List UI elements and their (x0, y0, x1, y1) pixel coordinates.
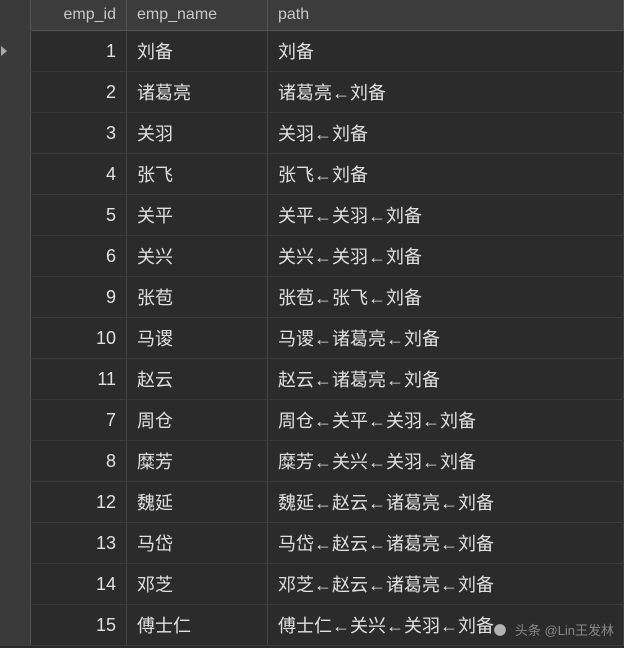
cell-path[interactable]: 关平←关羽←刘备 (268, 195, 624, 236)
cell-path[interactable]: 张苞←张飞←刘备 (268, 277, 624, 318)
cell-emp-id[interactable]: 15 (31, 605, 127, 646)
table-row[interactable]: 1刘备刘备 (0, 31, 624, 72)
source-icon (493, 623, 507, 640)
cell-path[interactable]: 张飞←刘备 (268, 154, 624, 195)
cell-emp-id[interactable]: 1 (31, 31, 127, 72)
cell-emp-id[interactable]: 3 (31, 113, 127, 154)
cell-path[interactable]: 马谡←诸葛亮←刘备 (268, 318, 624, 359)
cell-path[interactable]: 关兴←关羽←刘备 (268, 236, 624, 277)
row-gutter (0, 195, 31, 236)
cell-emp-id[interactable]: 13 (31, 523, 127, 564)
cell-emp-id[interactable]: 12 (31, 482, 127, 523)
cell-emp-id[interactable]: 14 (31, 564, 127, 605)
row-gutter (0, 482, 31, 523)
row-gutter (0, 113, 31, 154)
cell-emp-id[interactable]: 10 (31, 318, 127, 359)
table-row[interactable]: 7周仓周仓←关平←关羽←刘备 (0, 400, 624, 441)
cell-emp-name[interactable]: 邓芝 (127, 564, 268, 605)
cell-emp-name[interactable]: 魏延 (127, 482, 268, 523)
cell-emp-id[interactable]: 6 (31, 236, 127, 277)
table-row[interactable]: 11赵云赵云←诸葛亮←刘备 (0, 359, 624, 400)
cell-path[interactable]: 糜芳←关兴←关羽←刘备 (268, 441, 624, 482)
table-row[interactable]: 12魏延魏延←赵云←诸葛亮←刘备 (0, 482, 624, 523)
cell-emp-name[interactable]: 周仓 (127, 400, 268, 441)
cell-path[interactable]: 赵云←诸葛亮←刘备 (268, 359, 624, 400)
column-header-emp-id[interactable]: emp_id (31, 0, 127, 31)
cell-emp-id[interactable]: 9 (31, 277, 127, 318)
table-row[interactable]: 8糜芳糜芳←关兴←关羽←刘备 (0, 441, 624, 482)
row-gutter (0, 72, 31, 113)
row-gutter (0, 277, 31, 318)
cell-emp-id[interactable]: 8 (31, 441, 127, 482)
cell-emp-name[interactable]: 诸葛亮 (127, 72, 268, 113)
table-row[interactable]: 14邓芝邓芝←赵云←诸葛亮←刘备 (0, 564, 624, 605)
table-row[interactable]: 2诸葛亮诸葛亮←刘备 (0, 72, 624, 113)
watermark-text: 头条 @Lin王发林 (515, 623, 614, 638)
cell-emp-name[interactable]: 马岱 (127, 523, 268, 564)
cell-path[interactable]: 邓芝←赵云←诸葛亮←刘备 (268, 564, 624, 605)
row-gutter (0, 400, 31, 441)
row-gutter (0, 564, 31, 605)
cell-emp-id[interactable]: 4 (31, 154, 127, 195)
row-gutter (0, 31, 31, 72)
cell-emp-id[interactable]: 5 (31, 195, 127, 236)
row-gutter (0, 523, 31, 564)
table-row[interactable]: 13马岱马岱←赵云←诸葛亮←刘备 (0, 523, 624, 564)
cell-emp-id[interactable]: 2 (31, 72, 127, 113)
table-row[interactable]: 9张苞张苞←张飞←刘备 (0, 277, 624, 318)
table-row[interactable]: 4张飞张飞←刘备 (0, 154, 624, 195)
row-gutter (0, 236, 31, 277)
cell-emp-name[interactable]: 关兴 (127, 236, 268, 277)
row-gutter (0, 441, 31, 482)
cell-path[interactable]: 关羽←刘备 (268, 113, 624, 154)
cell-emp-name[interactable]: 赵云 (127, 359, 268, 400)
cell-emp-name[interactable]: 关羽 (127, 113, 268, 154)
cell-path[interactable]: 周仓←关平←关羽←刘备 (268, 400, 624, 441)
table-row[interactable]: 5关平关平←关羽←刘备 (0, 195, 624, 236)
data-grid: emp_id emp_name path 1刘备刘备2诸葛亮诸葛亮←刘备3关羽关… (0, 0, 624, 646)
cell-emp-name[interactable]: 刘备 (127, 31, 268, 72)
results-table: emp_id emp_name path 1刘备刘备2诸葛亮诸葛亮←刘备3关羽关… (0, 0, 624, 646)
cell-path[interactable]: 诸葛亮←刘备 (268, 72, 624, 113)
column-header-path[interactable]: path (268, 0, 624, 31)
watermark: 头条 @Lin王发林 (493, 620, 614, 640)
cell-emp-name[interactable]: 傅士仁 (127, 605, 268, 646)
row-gutter (0, 318, 31, 359)
table-row[interactable]: 3关羽关羽←刘备 (0, 113, 624, 154)
cell-emp-name[interactable]: 张飞 (127, 154, 268, 195)
cell-emp-id[interactable]: 11 (31, 359, 127, 400)
table-row[interactable]: 6关兴关兴←关羽←刘备 (0, 236, 624, 277)
cell-emp-name[interactable]: 关平 (127, 195, 268, 236)
cell-emp-name[interactable]: 马谡 (127, 318, 268, 359)
row-gutter (0, 154, 31, 195)
gutter-header (0, 0, 31, 31)
cell-emp-name[interactable]: 张苞 (127, 277, 268, 318)
row-gutter (0, 359, 31, 400)
row-gutter (0, 605, 31, 646)
column-header-emp-name[interactable]: emp_name (127, 0, 268, 31)
cell-emp-id[interactable]: 7 (31, 400, 127, 441)
cell-path[interactable]: 刘备 (268, 31, 624, 72)
cell-emp-name[interactable]: 糜芳 (127, 441, 268, 482)
cell-path[interactable]: 马岱←赵云←诸葛亮←刘备 (268, 523, 624, 564)
cell-path[interactable]: 魏延←赵云←诸葛亮←刘备 (268, 482, 624, 523)
table-row[interactable]: 10马谡马谡←诸葛亮←刘备 (0, 318, 624, 359)
